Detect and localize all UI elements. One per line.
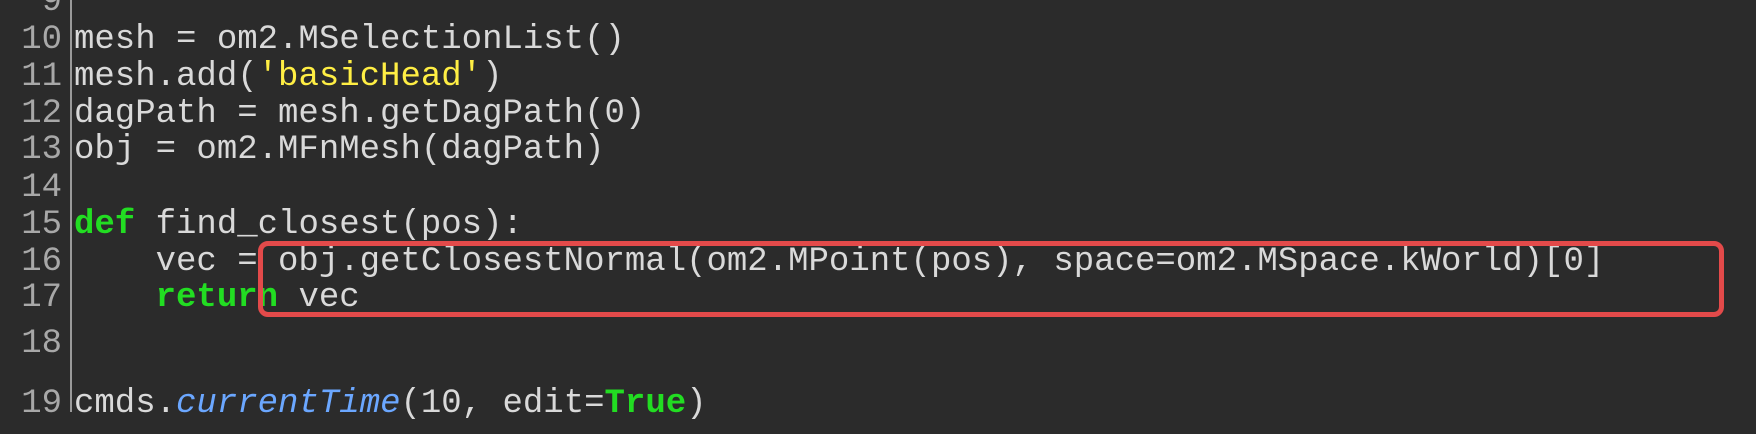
highlight-annotation-box — [258, 241, 1724, 317]
code-line[interactable]: 18 — [0, 314, 1756, 374]
script-editor[interactable]: 9 10 mesh = om2.MSelectionList() 11 mesh… — [0, 0, 1756, 423]
code-text: cmds.currentTime(10, edit=True) — [74, 374, 707, 434]
line-number: 18 — [21, 325, 62, 363]
code-fragment: (10, edit= — [400, 385, 605, 423]
code-fragment: ) — [686, 385, 707, 423]
line-number: 19 — [21, 385, 62, 423]
keyword: True — [604, 385, 687, 423]
code-fragment: cmds. — [74, 385, 177, 423]
code-line[interactable]: 19 cmds.currentTime(10, edit=True) — [0, 374, 1756, 434]
function-name: currentTime — [176, 385, 401, 423]
